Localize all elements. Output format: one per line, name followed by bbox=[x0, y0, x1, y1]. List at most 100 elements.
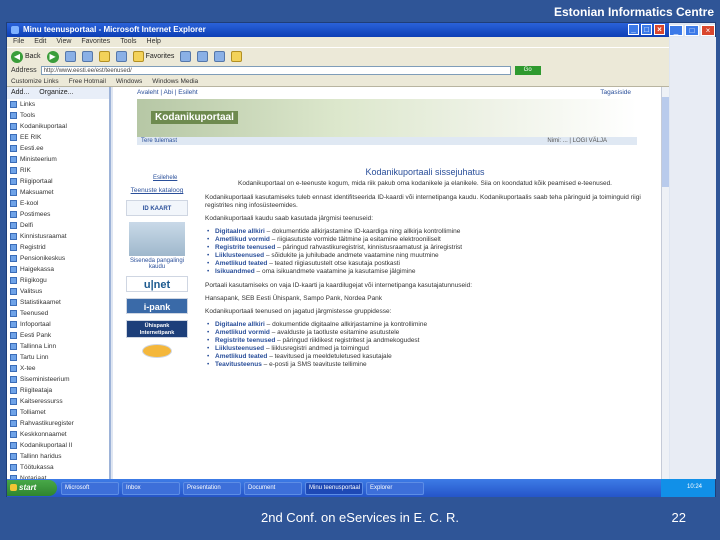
favorites-organize-button[interactable]: Organize... bbox=[39, 89, 73, 99]
go-button[interactable]: Go bbox=[514, 66, 541, 75]
favorite-item[interactable]: Eesti.ee bbox=[7, 143, 109, 154]
menu-help[interactable]: Help bbox=[147, 38, 161, 47]
favorite-item[interactable]: Keskkonnaamet bbox=[7, 429, 109, 440]
favorite-item[interactable]: Infoportaal bbox=[7, 319, 109, 330]
page-icon bbox=[10, 464, 17, 471]
service-catalog-link[interactable]: Teenuste kataloog bbox=[123, 187, 191, 194]
folder-icon[interactable] bbox=[231, 51, 243, 62]
outer-close-button[interactable]: × bbox=[701, 25, 715, 36]
favorite-item[interactable]: Registrid bbox=[7, 242, 109, 253]
favorite-item[interactable]: Kinnistusraamat bbox=[7, 231, 109, 242]
favorite-item[interactable]: Ministeerium bbox=[7, 154, 109, 165]
favorite-item[interactable]: Teenused bbox=[7, 308, 109, 319]
service-term-link[interactable]: Ametlikud vormid bbox=[215, 329, 270, 336]
favorites-button[interactable]: Favorites bbox=[132, 51, 174, 62]
service-term-link[interactable]: Digitaalne allkiri bbox=[215, 228, 265, 235]
back-button[interactable]: ◀ Back bbox=[11, 50, 41, 63]
favorite-item[interactable]: Tools bbox=[7, 110, 109, 121]
start-button[interactable]: start bbox=[7, 480, 57, 496]
portal-logo[interactable]: Kodanikuportaal bbox=[151, 111, 238, 124]
favorite-item[interactable]: Delfi bbox=[7, 220, 109, 231]
favorite-item[interactable]: Riigiteataja bbox=[7, 385, 109, 396]
service-term-link[interactable]: Teavitusteenus bbox=[215, 361, 262, 368]
uinet-logo[interactable]: u|net bbox=[126, 276, 188, 292]
favorite-item[interactable]: RIK bbox=[7, 165, 109, 176]
taskbar-item[interactable]: Minu teenusportaal bbox=[305, 481, 363, 495]
print-icon[interactable] bbox=[214, 51, 226, 62]
uhispank-logo[interactable]: Ühispank Internetipank bbox=[126, 320, 188, 338]
home-link[interactable]: Esilehele bbox=[153, 175, 177, 181]
favorite-label: Postimees bbox=[20, 211, 51, 218]
close-button[interactable]: × bbox=[654, 24, 665, 35]
favorite-item[interactable]: EE RIK bbox=[7, 132, 109, 143]
taskbar-item[interactable]: Presentation bbox=[183, 481, 241, 495]
favorite-item[interactable]: Tartu Linn bbox=[7, 352, 109, 363]
menu-favorites[interactable]: Favorites bbox=[81, 38, 110, 47]
service-term-link[interactable]: Registrite teenused bbox=[215, 337, 275, 344]
favorite-item[interactable]: Kodanikuportaal bbox=[7, 121, 109, 132]
outer-maximize-button[interactable]: □ bbox=[685, 25, 699, 36]
favorite-item[interactable]: Siseministeerium bbox=[7, 374, 109, 385]
address-input[interactable]: http://www.eesti.ee/est/teenused/ bbox=[40, 66, 511, 75]
taskbar-item[interactable]: Microsoft bbox=[61, 481, 119, 495]
service-term-link[interactable]: Liiklusteenused bbox=[215, 252, 264, 259]
ipank-logo[interactable]: i-pank bbox=[126, 298, 188, 314]
service-term-link[interactable]: Ametlikud teated bbox=[215, 353, 267, 360]
maximize-button[interactable]: □ bbox=[641, 24, 652, 35]
link-hotmail[interactable]: Free Hotmail bbox=[69, 78, 106, 85]
link-customize[interactable]: Customize Links bbox=[11, 78, 59, 85]
favorite-item[interactable]: Tallinn haridus bbox=[7, 451, 109, 462]
bank-logo-icon[interactable] bbox=[142, 344, 172, 358]
taskbar-item[interactable]: Document bbox=[244, 481, 302, 495]
stop-icon[interactable] bbox=[64, 51, 76, 62]
favorite-item[interactable]: Haigekassa bbox=[7, 264, 109, 275]
history-icon[interactable] bbox=[180, 51, 192, 62]
favorite-item[interactable]: Kodanikuportaal II bbox=[7, 440, 109, 451]
menu-edit[interactable]: Edit bbox=[34, 38, 46, 47]
scroll-thumb[interactable] bbox=[662, 97, 669, 187]
system-tray: 10:24 bbox=[661, 479, 715, 497]
favorite-item[interactable]: Riigiportaal bbox=[7, 176, 109, 187]
refresh-icon[interactable] bbox=[81, 51, 93, 62]
service-term-link[interactable]: Isikuandmed bbox=[215, 268, 255, 275]
service-term-link[interactable]: Digitaalne allkiri bbox=[215, 321, 265, 328]
mail-icon[interactable] bbox=[197, 51, 209, 62]
service-term-link[interactable]: Registrite teenused bbox=[215, 244, 275, 251]
user-info[interactable]: Nimi: ... | LOGI VÄLJA bbox=[547, 138, 607, 144]
service-term-link[interactable]: Ametlikud vormid bbox=[215, 236, 270, 243]
link-windows[interactable]: Windows bbox=[116, 78, 142, 85]
favorite-item[interactable]: X-tee bbox=[7, 363, 109, 374]
id-card-badge[interactable]: ID KAART bbox=[126, 200, 188, 216]
favorite-item[interactable]: Eesti Pank bbox=[7, 330, 109, 341]
favorite-item[interactable]: Töötukassa bbox=[7, 462, 109, 473]
favorite-item[interactable]: Riigikogu bbox=[7, 275, 109, 286]
link-windows-media[interactable]: Windows Media bbox=[152, 78, 198, 85]
favorite-item[interactable]: E-kool bbox=[7, 198, 109, 209]
favorite-item[interactable]: Pensionikeskus bbox=[7, 253, 109, 264]
favorite-item[interactable]: Statistikaamet bbox=[7, 297, 109, 308]
minimize-button[interactable]: _ bbox=[628, 24, 639, 35]
favorite-item[interactable]: Links bbox=[7, 99, 109, 110]
forward-button[interactable]: ▶ bbox=[46, 50, 59, 63]
taskbar-item[interactable]: Explorer bbox=[366, 481, 424, 495]
favorite-item[interactable]: Kaitseressurss bbox=[7, 396, 109, 407]
search-icon[interactable] bbox=[115, 51, 127, 62]
taskbar-item[interactable]: Inbox bbox=[122, 481, 180, 495]
service-term-link[interactable]: Liiklusteenused bbox=[215, 345, 264, 352]
top-nav-links[interactable]: Avaleht | Abi | Esileht bbox=[137, 89, 198, 96]
favorite-item[interactable]: Valitsus bbox=[7, 286, 109, 297]
outer-minimize-button[interactable]: _ bbox=[669, 25, 683, 36]
feedback-link[interactable]: Tagasiside bbox=[600, 89, 631, 96]
home-icon[interactable] bbox=[98, 51, 110, 62]
menu-view[interactable]: View bbox=[56, 38, 71, 47]
favorite-item[interactable]: Tallinna Linn bbox=[7, 341, 109, 352]
menu-tools[interactable]: Tools bbox=[120, 38, 136, 47]
favorite-item[interactable]: Tolliamet bbox=[7, 407, 109, 418]
favorite-item[interactable]: Rahvastikuregister bbox=[7, 418, 109, 429]
favorite-item[interactable]: Postimees bbox=[7, 209, 109, 220]
favorite-item[interactable]: Maksuamet bbox=[7, 187, 109, 198]
service-term-link[interactable]: Ametlikud teated bbox=[215, 260, 267, 267]
favorites-add-button[interactable]: Add... bbox=[11, 89, 29, 99]
menu-file[interactable]: File bbox=[13, 38, 24, 47]
vertical-scrollbar[interactable] bbox=[661, 87, 669, 479]
